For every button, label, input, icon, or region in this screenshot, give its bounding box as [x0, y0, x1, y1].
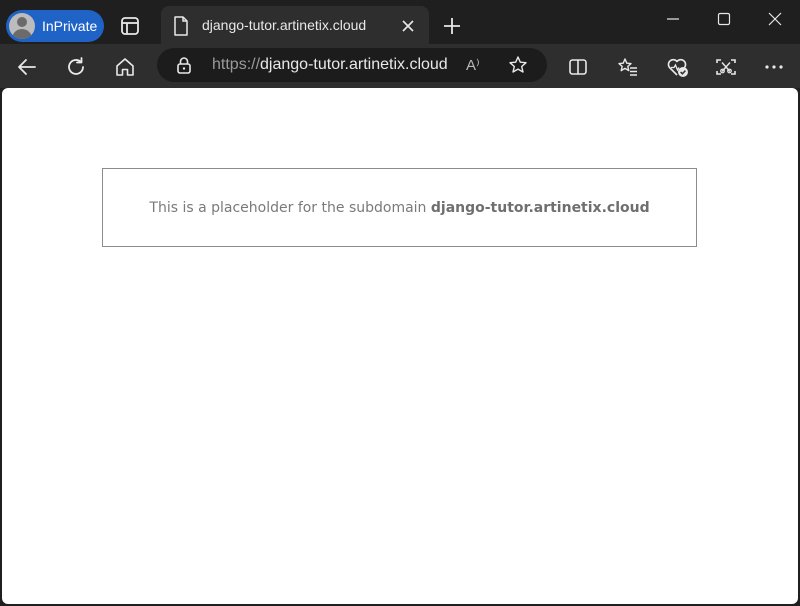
inprivate-label: InPrivate	[42, 18, 98, 34]
home-icon[interactable]	[112, 54, 138, 80]
browser-essentials-icon[interactable]	[665, 54, 691, 80]
close-window-icon[interactable]	[760, 8, 790, 30]
tab-title: django-tutor.artinetix.cloud	[202, 17, 367, 33]
lock-icon[interactable]	[176, 56, 192, 74]
favorites-icon[interactable]	[615, 54, 641, 80]
maximize-icon[interactable]	[709, 8, 739, 30]
page-icon	[173, 16, 189, 36]
placeholder-message: This is a placeholder for the subdomain …	[149, 200, 649, 216]
back-arrow-icon[interactable]	[14, 54, 40, 80]
screenshot-icon[interactable]	[713, 54, 739, 80]
placeholder-box: This is a placeholder for the subdomain …	[102, 168, 697, 247]
new-tab-icon[interactable]	[440, 14, 464, 38]
minimize-icon[interactable]	[658, 8, 688, 30]
close-tab-icon[interactable]	[399, 17, 417, 35]
title-bar: InPrivate django-tutor.artinetix.cloud	[0, 0, 800, 44]
toolbar: https://django-tutor.artinetix.cloud A⁾	[0, 44, 800, 88]
tab-actions-icon[interactable]	[118, 14, 142, 38]
placeholder-domain: django-tutor.artinetix.cloud	[430, 199, 650, 216]
inprivate-badge[interactable]: InPrivate	[6, 10, 104, 42]
url-host: django-tutor.artinetix.cloud	[260, 56, 448, 73]
read-aloud-icon[interactable]: A⁾	[466, 56, 480, 74]
url-text[interactable]: https://django-tutor.artinetix.cloud	[212, 56, 448, 74]
url-scheme: https://	[212, 56, 261, 73]
more-options-icon[interactable]	[761, 54, 787, 80]
avatar	[9, 13, 35, 39]
favorite-star-icon[interactable]	[508, 55, 528, 75]
page-content: This is a placeholder for the subdomain …	[2, 88, 798, 604]
split-screen-icon[interactable]	[565, 54, 591, 80]
placeholder-prefix: This is a placeholder for the subdomain	[149, 199, 431, 216]
tab-active[interactable]: django-tutor.artinetix.cloud	[161, 6, 429, 44]
refresh-icon[interactable]	[63, 54, 89, 80]
address-bar[interactable]: https://django-tutor.artinetix.cloud A⁾	[157, 48, 547, 82]
